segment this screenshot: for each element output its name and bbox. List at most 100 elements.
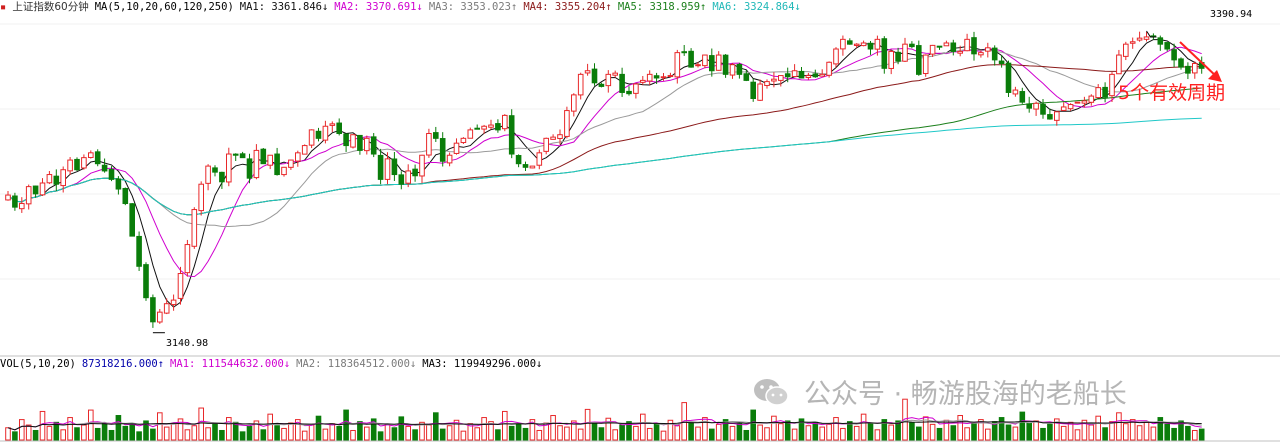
candle-body — [246, 158, 253, 179]
volume-bar — [1164, 423, 1171, 441]
candle-body — [336, 122, 342, 135]
candle-body — [412, 168, 418, 177]
candle-body — [929, 44, 936, 55]
candle-body — [60, 169, 67, 187]
volume-bar — [550, 415, 556, 441]
candle-body — [826, 61, 832, 76]
volume-bar — [764, 427, 770, 441]
candle-body — [840, 38, 846, 50]
candle-body — [660, 76, 667, 79]
volume-bar — [439, 428, 446, 441]
candle-body — [1178, 58, 1184, 68]
candle-body — [633, 83, 639, 94]
candle-body — [1164, 42, 1171, 50]
volume-bar — [350, 429, 356, 441]
ma-line-ma3 — [7, 48, 1202, 227]
vol-ma3-value: MA3: 119949296.000↓ — [422, 358, 543, 370]
volume-bar — [771, 415, 777, 441]
volume-bar — [94, 427, 101, 441]
candle-body — [743, 73, 750, 81]
candle-body — [94, 151, 101, 165]
volume-bar — [391, 427, 398, 441]
candle-body — [453, 142, 460, 154]
volume-bar — [1088, 424, 1095, 441]
candle-body — [163, 303, 170, 314]
candle-body — [191, 209, 198, 247]
candle-body — [1109, 73, 1115, 97]
volume-bar — [46, 425, 53, 441]
volume-bar — [1095, 415, 1102, 441]
candle-body — [426, 133, 432, 156]
candle-body — [1081, 100, 1088, 104]
volume-bar — [557, 425, 563, 441]
volume-bar — [101, 422, 108, 441]
candle-body — [357, 134, 363, 151]
candle-body — [1102, 86, 1108, 98]
volume-bar — [308, 424, 315, 441]
candle-body — [391, 158, 398, 176]
volume-bar — [502, 410, 508, 441]
candle-body — [729, 64, 736, 76]
volume-bar — [163, 426, 170, 441]
annotation-marks — [152, 30, 1222, 334]
volume-bar — [1074, 429, 1081, 441]
volume-bar — [1012, 426, 1019, 441]
candle-body — [1005, 62, 1012, 93]
candle-body — [226, 153, 232, 183]
candle-body — [991, 47, 998, 61]
volume-bar — [301, 430, 308, 441]
candle-body — [598, 83, 605, 87]
volume-bar — [329, 423, 336, 441]
volume-bar — [281, 427, 287, 441]
candle-body — [198, 183, 204, 212]
candle-body — [405, 170, 411, 184]
candle-body — [446, 154, 453, 164]
wechat-logo-icon — [754, 378, 789, 406]
volume-bar — [515, 423, 522, 441]
candle-body — [522, 164, 529, 168]
volume-bar — [1067, 421, 1074, 441]
candle-body — [888, 50, 895, 69]
volume-bar — [729, 425, 736, 441]
volume-bar — [929, 423, 936, 441]
candle-body — [1095, 87, 1102, 99]
candle-body — [281, 166, 287, 176]
candle-body — [619, 73, 625, 93]
volume-bar — [1033, 420, 1039, 441]
candle-body — [771, 78, 777, 82]
candle-body — [681, 51, 688, 54]
vol-ma1-value: MA1: 111544632.000↓ — [170, 358, 291, 370]
ma-line-ma5 — [7, 87, 1202, 216]
candle-body — [640, 79, 646, 83]
volume-bar — [108, 429, 115, 441]
candle-body — [674, 52, 681, 78]
candle-body — [902, 43, 908, 62]
candle-body — [1088, 95, 1095, 103]
candle-body — [964, 38, 970, 52]
volume-bar — [936, 427, 943, 441]
candle-body — [274, 153, 280, 176]
candle-body — [253, 149, 260, 179]
candle-body — [1185, 65, 1191, 74]
volume-bar — [1192, 429, 1198, 441]
candle-body — [736, 63, 743, 75]
candle-body — [81, 157, 87, 169]
volume-bar — [536, 429, 543, 441]
volume-bar — [212, 423, 218, 441]
volume-bar — [129, 424, 135, 441]
candle-body — [439, 138, 446, 162]
volume-bar — [1005, 424, 1012, 441]
volume-bar — [1143, 421, 1150, 441]
candle-body — [267, 154, 273, 166]
candle-body — [985, 47, 991, 52]
candle-body — [881, 38, 888, 69]
volume-bar — [170, 423, 177, 441]
volume-bar — [508, 425, 515, 441]
volume-bar — [1047, 423, 1053, 441]
candle-body — [564, 110, 570, 137]
volume-bar — [343, 409, 349, 441]
volume-bar — [67, 417, 73, 441]
volume-bar — [5, 427, 11, 441]
volume-bar — [39, 410, 46, 441]
volume-bar — [577, 428, 584, 441]
